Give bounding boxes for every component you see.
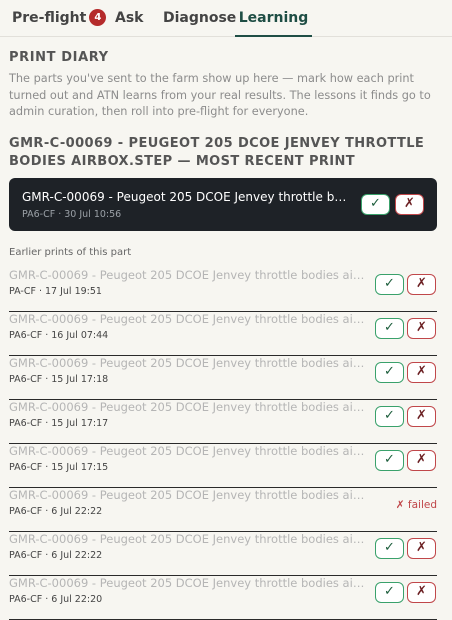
print-name: GMR-C-00069 - Peugeot 205 DCOE Jenvey th… xyxy=(9,488,369,502)
tab-pre-flight-label: Pre-flight xyxy=(12,10,87,26)
earlier-prints-label: Earlier prints of this part xyxy=(9,247,132,258)
mark-success-button[interactable]: ✓ xyxy=(375,450,404,471)
current-print-meta: PA6-CF · 30 Jul 10:56 xyxy=(22,209,122,220)
print-row: GMR-C-00069 - Peugeot 205 DCOE Jenvey th… xyxy=(9,312,437,356)
mark-success-button[interactable]: ✓ xyxy=(375,582,404,603)
mark-success-button[interactable]: ✓ xyxy=(375,274,404,295)
mark-success-button[interactable]: ✓ xyxy=(375,318,404,339)
print-meta: PA6-CF · 6 Jul 22:20 xyxy=(9,594,103,605)
print-name: GMR-C-00069 - Peugeot 205 DCOE Jenvey th… xyxy=(9,400,369,414)
print-name: GMR-C-00069 - Peugeot 205 DCOE Jenvey th… xyxy=(9,268,369,282)
tab-bar: Pre-flight 4 Ask Diagnose Learning xyxy=(0,0,452,37)
print-meta: PA6-CF · 15 Jul 17:17 xyxy=(9,418,109,429)
print-row: GMR-C-00069 - Peugeot 205 DCOE Jenvey th… xyxy=(9,532,437,576)
most-recent-print-card: GMR-C-00069 - Peugeot 205 DCOE Jenvey th… xyxy=(9,178,437,231)
part-heading: GMR-C-00069 - PEUGEOT 205 DCOE JENVEY TH… xyxy=(9,136,425,169)
mark-failed-button[interactable]: ✗ xyxy=(407,450,436,471)
mark-success-button[interactable]: ✓ xyxy=(375,362,404,383)
print-row: GMR-C-00069 - Peugeot 205 DCOE Jenvey th… xyxy=(9,576,437,620)
print-meta: PA-CF · 17 Jul 19:51 xyxy=(9,286,102,297)
tab-pre-flight[interactable]: Pre-flight 4 xyxy=(12,0,107,36)
current-print-name: GMR-C-00069 - Peugeot 205 DCOE Jenvey th… xyxy=(22,190,352,204)
print-row: GMR-C-00069 - Peugeot 205 DCOE Jenvey th… xyxy=(9,400,437,444)
print-name: GMR-C-00069 - Peugeot 205 DCOE Jenvey th… xyxy=(9,444,369,458)
mark-failed-button[interactable]: ✗ xyxy=(407,538,436,559)
mark-failed-button[interactable]: ✗ xyxy=(407,406,436,427)
print-meta: PA6-CF · 15 Jul 17:15 xyxy=(9,462,109,473)
tab-diagnose[interactable]: Diagnose xyxy=(163,0,236,36)
mark-failed-button[interactable]: ✗ xyxy=(395,194,424,215)
failed-status-label: ✗ failed xyxy=(395,499,437,511)
print-row: GMR-C-00069 - Peugeot 205 DCOE Jenvey th… xyxy=(9,444,437,488)
mark-failed-button[interactable]: ✗ xyxy=(407,274,436,295)
print-meta: PA6-CF · 15 Jul 17:18 xyxy=(9,374,109,385)
mark-success-button[interactable]: ✓ xyxy=(361,194,390,215)
intro-text: The parts you've sent to the farm show u… xyxy=(9,72,431,118)
mark-failed-button[interactable]: ✗ xyxy=(407,582,436,603)
mark-failed-button[interactable]: ✗ xyxy=(407,318,436,339)
print-meta: PA6-CF · 6 Jul 22:22 xyxy=(9,550,103,561)
print-row: GMR-C-00069 - Peugeot 205 DCOE Jenvey th… xyxy=(9,268,437,312)
mark-success-button[interactable]: ✓ xyxy=(375,538,404,559)
print-name: GMR-C-00069 - Peugeot 205 DCOE Jenvey th… xyxy=(9,576,369,590)
section-title: PRINT DIARY xyxy=(9,50,109,65)
print-name: GMR-C-00069 - Peugeot 205 DCOE Jenvey th… xyxy=(9,356,369,370)
print-row: GMR-C-00069 - Peugeot 205 DCOE Jenvey th… xyxy=(9,488,437,532)
tab-learning[interactable]: Learning xyxy=(235,0,312,37)
mark-failed-button[interactable]: ✗ xyxy=(407,362,436,383)
mark-success-button[interactable]: ✓ xyxy=(375,406,404,427)
tab-ask[interactable]: Ask xyxy=(115,0,143,36)
print-meta: PA6-CF · 6 Jul 22:22 xyxy=(9,506,103,517)
print-name: GMR-C-00069 - Peugeot 205 DCOE Jenvey th… xyxy=(9,312,369,326)
print-name: GMR-C-00069 - Peugeot 205 DCOE Jenvey th… xyxy=(9,532,369,546)
print-meta: PA6-CF · 16 Jul 07:44 xyxy=(9,330,109,341)
print-row: GMR-C-00069 - Peugeot 205 DCOE Jenvey th… xyxy=(9,356,437,400)
pre-flight-count-badge: 4 xyxy=(89,9,107,26)
